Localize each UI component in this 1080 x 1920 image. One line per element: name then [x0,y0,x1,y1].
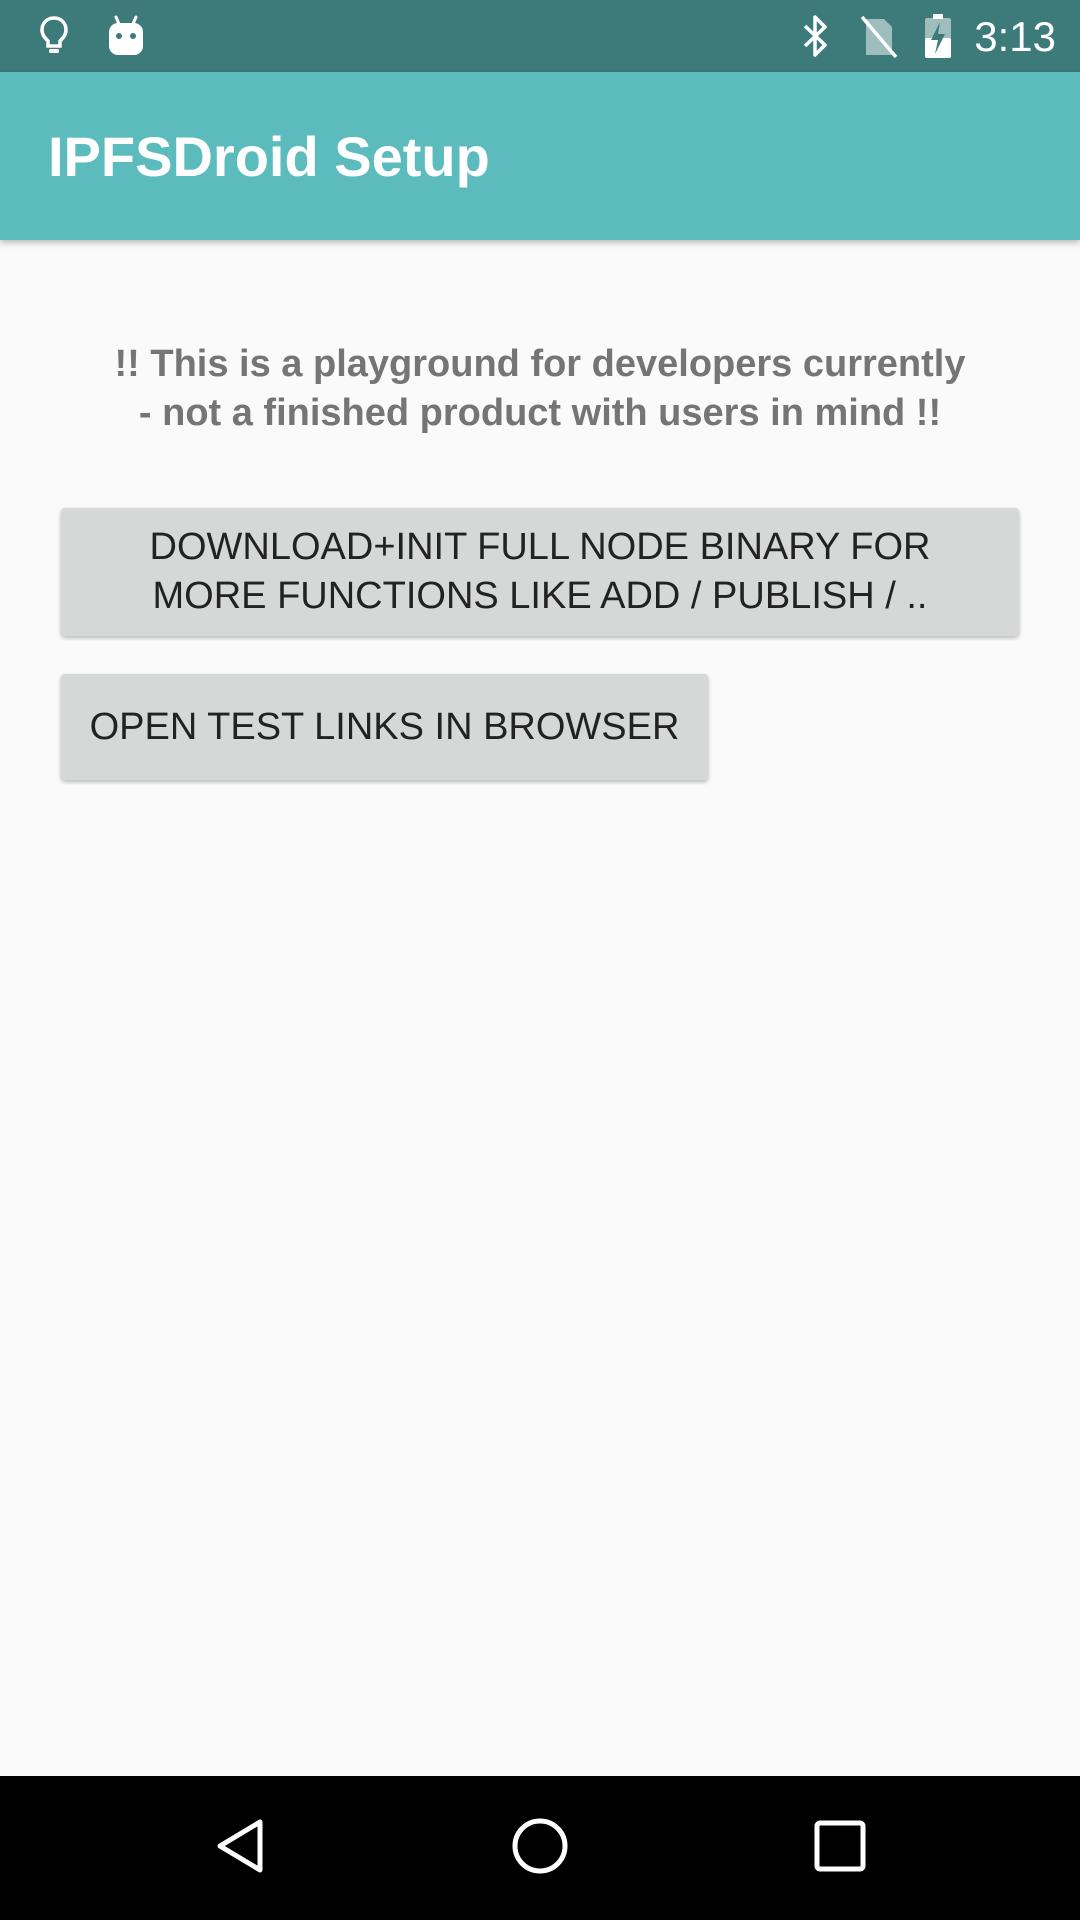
app-title: IPFSDroid Setup [48,125,490,188]
status-time: 3:13 [974,13,1056,60]
main-content: !! This is a playground for developers c… [0,240,1080,1776]
recents-icon [812,1818,868,1879]
lightbulb-icon [36,10,72,62]
bluetooth-icon [796,10,836,62]
back-icon [212,1816,268,1881]
app-bar: IPFSDroid Setup [0,72,1080,240]
recents-button[interactable] [760,1776,920,1920]
open-test-links-button[interactable]: OPEN TEST LINKS IN BROWSER [61,674,708,780]
no-sim-icon [856,10,900,62]
download-full-node-button[interactable]: DOWNLOAD+INIT FULL NODE BINARY FOR MORE … [61,508,1019,636]
android-icon [106,10,146,62]
navigation-bar [0,1776,1080,1920]
home-button[interactable] [460,1776,620,1920]
home-icon [510,1816,570,1881]
status-bar: 3:13 [0,0,1080,72]
battery-charging-icon [918,10,958,62]
developer-warning-text: !! This is a playground for developers c… [114,343,966,434]
back-button[interactable] [160,1776,320,1920]
